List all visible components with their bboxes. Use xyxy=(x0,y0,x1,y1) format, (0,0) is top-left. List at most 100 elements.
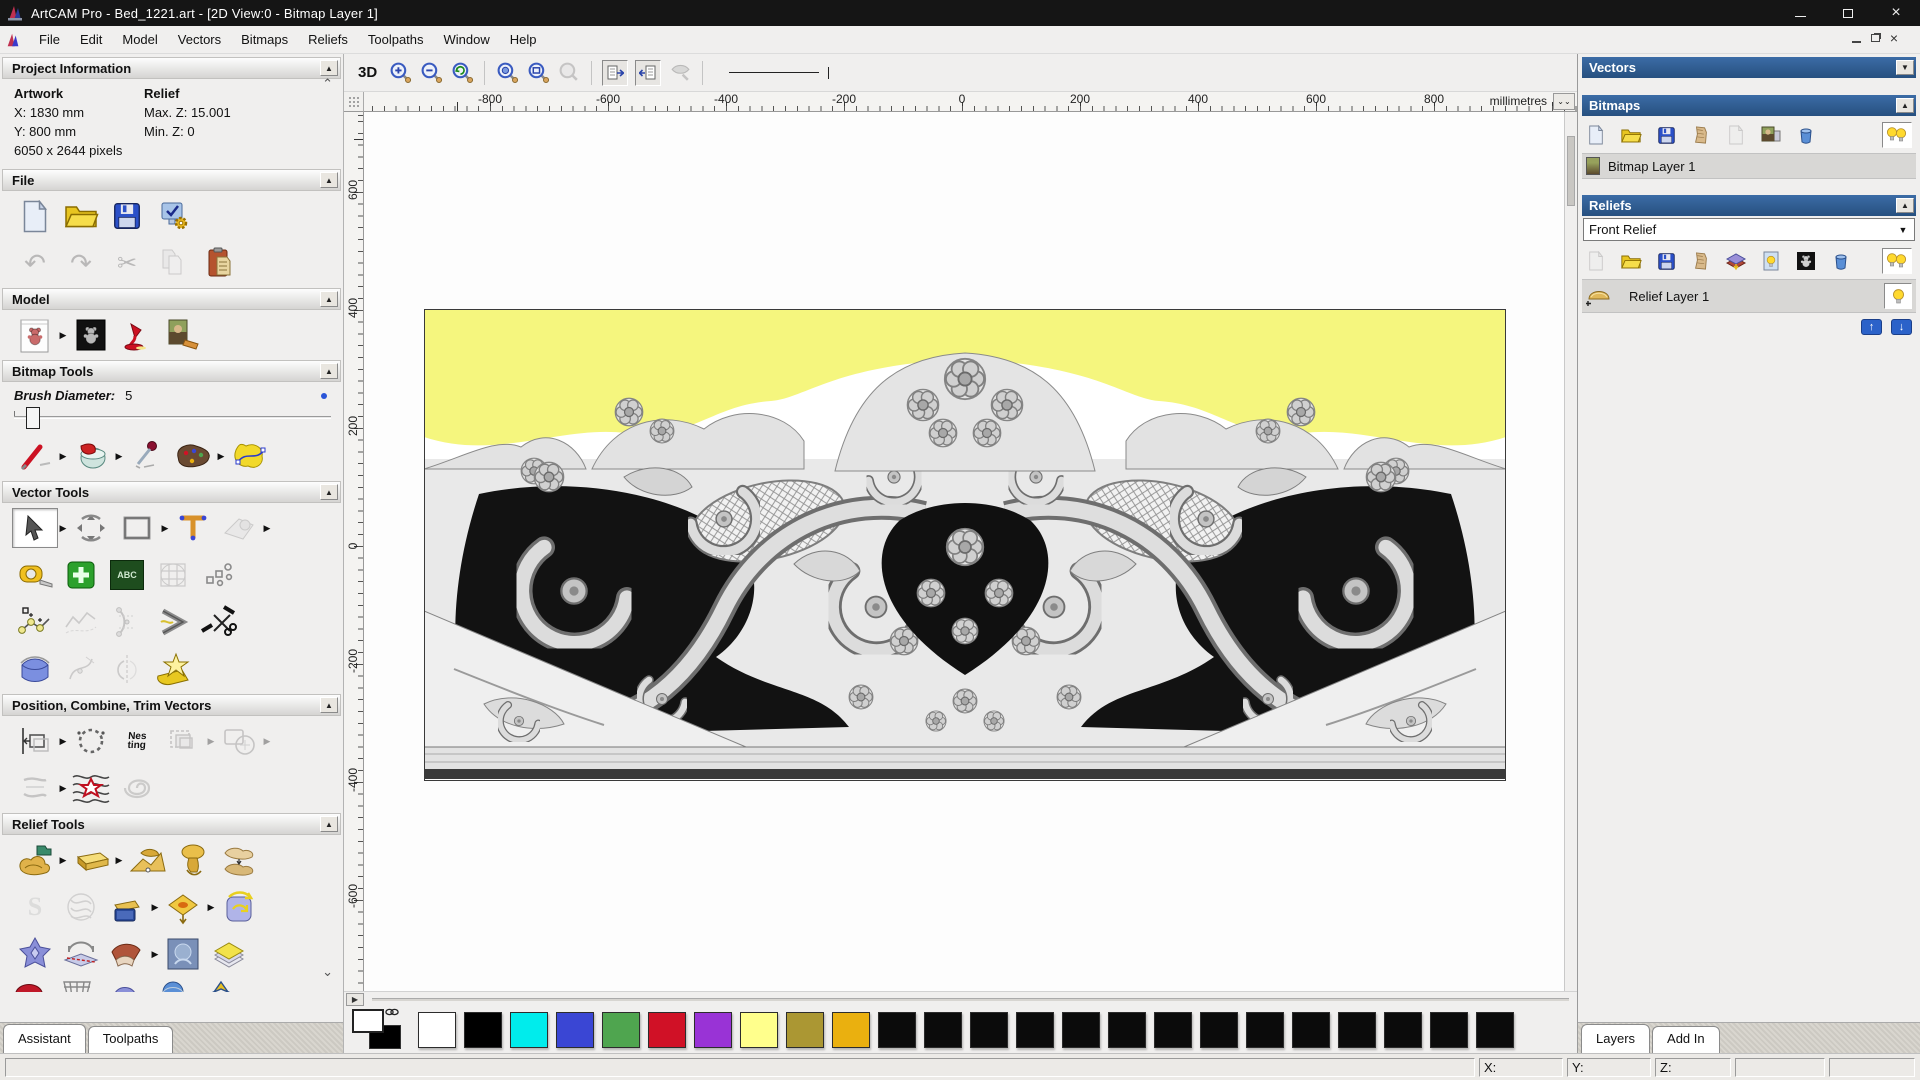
model-settings-button[interactable] xyxy=(150,196,196,236)
flyout-arrow-icon[interactable]: ▶ xyxy=(114,855,124,866)
select-vectors-button[interactable] xyxy=(12,508,58,548)
emboss-relief-button[interactable] xyxy=(160,934,206,974)
undo-button[interactable]: ↶ xyxy=(12,243,58,283)
zoom-objects-button[interactable] xyxy=(526,61,550,85)
palette-swatch[interactable] xyxy=(1430,1011,1468,1048)
bitmap-to-vector-button[interactable] xyxy=(226,436,272,476)
toggle-vector-visibility-button[interactable] xyxy=(635,59,662,86)
palette-swatch[interactable] xyxy=(1338,1011,1376,1048)
toggle-all-bitmaps-visibility-button[interactable] xyxy=(1882,122,1912,148)
transform-vectors-button[interactable] xyxy=(68,508,114,548)
open-relief-layer-button[interactable] xyxy=(1620,250,1642,272)
palette-swatch[interactable] xyxy=(970,1011,1008,1048)
delete-bitmap-layer-button[interactable] xyxy=(1795,124,1817,146)
link-colours-icon[interactable] xyxy=(385,1007,399,1017)
paste-button[interactable] xyxy=(196,243,242,283)
palette-swatch[interactable] xyxy=(924,1011,962,1048)
new-bitmap-layer-button[interactable] xyxy=(1585,124,1607,146)
slider-handle[interactable] xyxy=(26,407,40,429)
create-polyline-button[interactable] xyxy=(12,602,58,642)
wrap-distort-button[interactable] xyxy=(150,555,196,595)
toggle-bitmap-visibility-button[interactable] xyxy=(602,59,629,86)
load-relief-button[interactable] xyxy=(12,840,58,880)
flyout-arrow-icon[interactable]: ▶ xyxy=(58,523,68,534)
palette-swatch[interactable] xyxy=(832,1011,870,1048)
node-editing-button[interactable] xyxy=(58,649,104,689)
palette-swatch[interactable] xyxy=(556,1011,594,1048)
relief-from-vectors-button[interactable] xyxy=(104,887,150,927)
create-rectangle-button[interactable] xyxy=(114,508,160,548)
flyout-arrow-icon[interactable]: ▶ xyxy=(206,736,216,747)
group-vectors-button[interactable] xyxy=(160,721,206,761)
tab-add-in[interactable]: Add In xyxy=(1652,1026,1720,1053)
fit-vectors-to-curve-button[interactable] xyxy=(12,649,58,689)
palette-swatch[interactable] xyxy=(464,1011,502,1048)
collapse-relief-tools-icon[interactable]: ▲ xyxy=(320,816,338,832)
collapse-bitmaps-icon[interactable]: ▲ xyxy=(1896,98,1914,113)
isolate-relief-button[interactable] xyxy=(104,934,150,974)
create-relief-plane-button[interactable] xyxy=(68,840,114,880)
mirror-vectors-button[interactable] xyxy=(104,649,150,689)
save-model-button[interactable] xyxy=(104,196,150,236)
flyout-arrow-icon[interactable]: ▶ xyxy=(58,451,68,462)
paint-tool-button[interactable] xyxy=(12,436,58,476)
align-vectors-button[interactable] xyxy=(12,721,58,761)
vscroll-thumb[interactable] xyxy=(1567,136,1575,206)
cut-vector-button[interactable] xyxy=(196,602,242,642)
bitmap-layer-name[interactable]: Bitmap Layer 1 xyxy=(1608,159,1695,174)
bitmap-layer-properties-button[interactable] xyxy=(1760,124,1782,146)
switch-to-3d-button[interactable]: 3D xyxy=(358,64,377,81)
dropdown-arrow-icon[interactable]: ▼ xyxy=(1895,222,1911,237)
spin-relief-button[interactable] xyxy=(216,887,262,927)
copy-button[interactable] xyxy=(150,243,196,283)
lighting-button[interactable] xyxy=(114,315,160,355)
blank-bitmap-button[interactable] xyxy=(1725,124,1747,146)
palette-swatch[interactable] xyxy=(1246,1011,1284,1048)
open-bitmap-layer-button[interactable] xyxy=(1620,124,1642,146)
new-relief-layer-button[interactable] xyxy=(1585,250,1607,272)
fillet-tool-button[interactable] xyxy=(150,602,196,642)
panel-scroll-down-icon[interactable]: ⌄ xyxy=(322,964,333,980)
menu-bitmaps[interactable]: Bitmaps xyxy=(231,28,298,51)
palette-swatch[interactable] xyxy=(1476,1011,1514,1048)
menu-edit[interactable]: Edit xyxy=(70,28,112,51)
save-bitmap-layer-button[interactable] xyxy=(1655,124,1677,146)
mdi-minimize-icon[interactable] xyxy=(1851,40,1861,43)
primary-colour-swatch[interactable] xyxy=(352,1008,384,1033)
menu-help[interactable]: Help xyxy=(500,28,547,51)
texture-relief-button[interactable] xyxy=(12,934,58,974)
vertical-scrollbar[interactable] xyxy=(1564,112,1577,991)
vector-doctor-button[interactable] xyxy=(58,555,104,595)
palette-swatch[interactable] xyxy=(878,1011,916,1048)
ruler-origin-icon[interactable] xyxy=(344,92,364,112)
spiral-tool-button[interactable] xyxy=(114,768,160,808)
merge-relief-layers-button[interactable] xyxy=(1690,250,1712,272)
open-model-button[interactable] xyxy=(58,196,104,236)
flyout-arrow-icon[interactable]: ▶ xyxy=(262,736,272,747)
palette-swatch[interactable] xyxy=(1154,1011,1192,1048)
menu-toolpaths[interactable]: Toolpaths xyxy=(358,28,434,51)
fade-relief-button[interactable] xyxy=(216,840,262,880)
greyscale-from-image-button[interactable] xyxy=(160,315,206,355)
zoom-previous-button[interactable] xyxy=(450,61,474,85)
palette-swatch[interactable] xyxy=(740,1011,778,1048)
flyout-arrow-icon[interactable]: ▶ xyxy=(262,523,272,534)
new-model-button[interactable] xyxy=(12,196,58,236)
wrap-text-round-curve-button[interactable] xyxy=(68,721,114,761)
brush-diameter-slider[interactable] xyxy=(14,405,331,431)
menu-vectors[interactable]: Vectors xyxy=(168,28,231,51)
menu-model[interactable]: Model xyxy=(112,28,167,51)
measure-tool-button[interactable] xyxy=(216,508,262,548)
move-layer-up-button[interactable]: ↑ xyxy=(1861,319,1882,335)
bitmap-layer-row[interactable]: Bitmap Layer 1 xyxy=(1582,153,1916,179)
move-layer-down-button[interactable]: ↓ xyxy=(1891,319,1912,335)
tab-layers[interactable]: Layers xyxy=(1581,1024,1651,1053)
flyout-arrow-icon[interactable]: ▶ xyxy=(150,949,160,960)
palette-swatch[interactable] xyxy=(648,1011,686,1048)
collapse-reliefs-icon[interactable]: ▲ xyxy=(1896,198,1914,213)
collapse-position-icon[interactable]: ▲ xyxy=(320,697,338,713)
edit-colours-button[interactable] xyxy=(170,436,216,476)
set-model-size-button[interactable] xyxy=(12,315,58,355)
collapse-project-info-icon[interactable]: ▲ xyxy=(320,60,338,76)
cut-button[interactable]: ✂ xyxy=(104,243,150,283)
